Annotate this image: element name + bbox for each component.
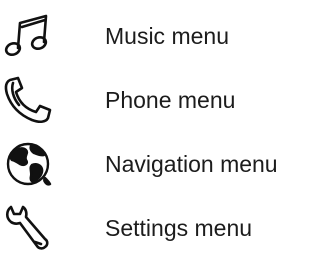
phone-handset-icon <box>2 74 54 126</box>
globe-icon <box>2 138 54 190</box>
phone-menu-label: Phone menu <box>105 87 236 113</box>
settings-menu-label: Settings menu <box>105 215 253 241</box>
settings-menu-item[interactable]: Settings menu <box>0 200 323 256</box>
menu-list: Music menu Phone menu Navigation menu Se… <box>0 0 323 264</box>
wrench-icon <box>2 202 54 254</box>
phone-menu-item[interactable]: Phone menu <box>0 72 323 128</box>
music-note-icon <box>2 10 54 62</box>
music-menu-item[interactable]: Music menu <box>0 8 323 64</box>
navigation-menu-label: Navigation menu <box>105 151 278 177</box>
music-menu-label: Music menu <box>105 23 229 49</box>
navigation-menu-item[interactable]: Navigation menu <box>0 136 323 192</box>
